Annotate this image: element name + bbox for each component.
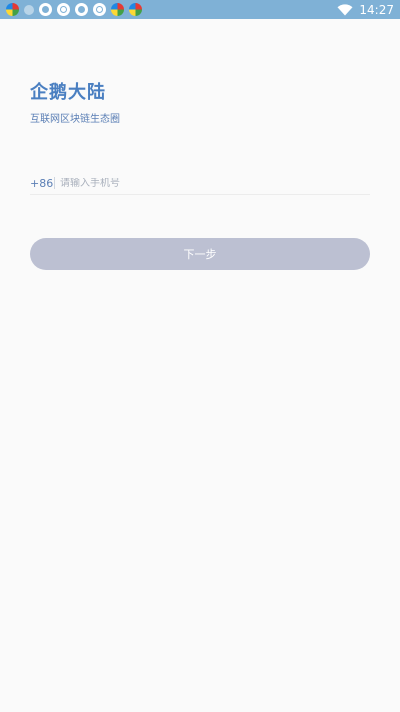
app-title: 企鹅大陆 <box>30 82 106 103</box>
status-right: 14:27 <box>337 3 394 17</box>
app-subtitle: 互联网区块链生态圈 <box>30 114 120 125</box>
status-time: 14:27 <box>359 2 394 17</box>
ring-icon <box>57 3 70 16</box>
status-bar: 14:27 <box>0 0 400 19</box>
wifi-icon <box>337 3 353 15</box>
multicolor-app-icon <box>111 3 124 16</box>
chat-bubble-icon <box>75 3 88 16</box>
phone-number-input[interactable] <box>60 177 370 189</box>
country-code[interactable]: +86 <box>30 177 54 190</box>
input-divider <box>54 177 55 189</box>
multicolor-app-icon <box>129 3 142 16</box>
faded-icon <box>24 4 34 15</box>
chat-bubble-icon <box>39 3 52 16</box>
multicolor-app-icon <box>6 3 19 16</box>
notification-icons <box>6 3 142 16</box>
phone-input-row: +86 <box>30 172 370 195</box>
next-button[interactable]: 下一步 <box>30 238 370 270</box>
ring-icon <box>93 3 106 16</box>
